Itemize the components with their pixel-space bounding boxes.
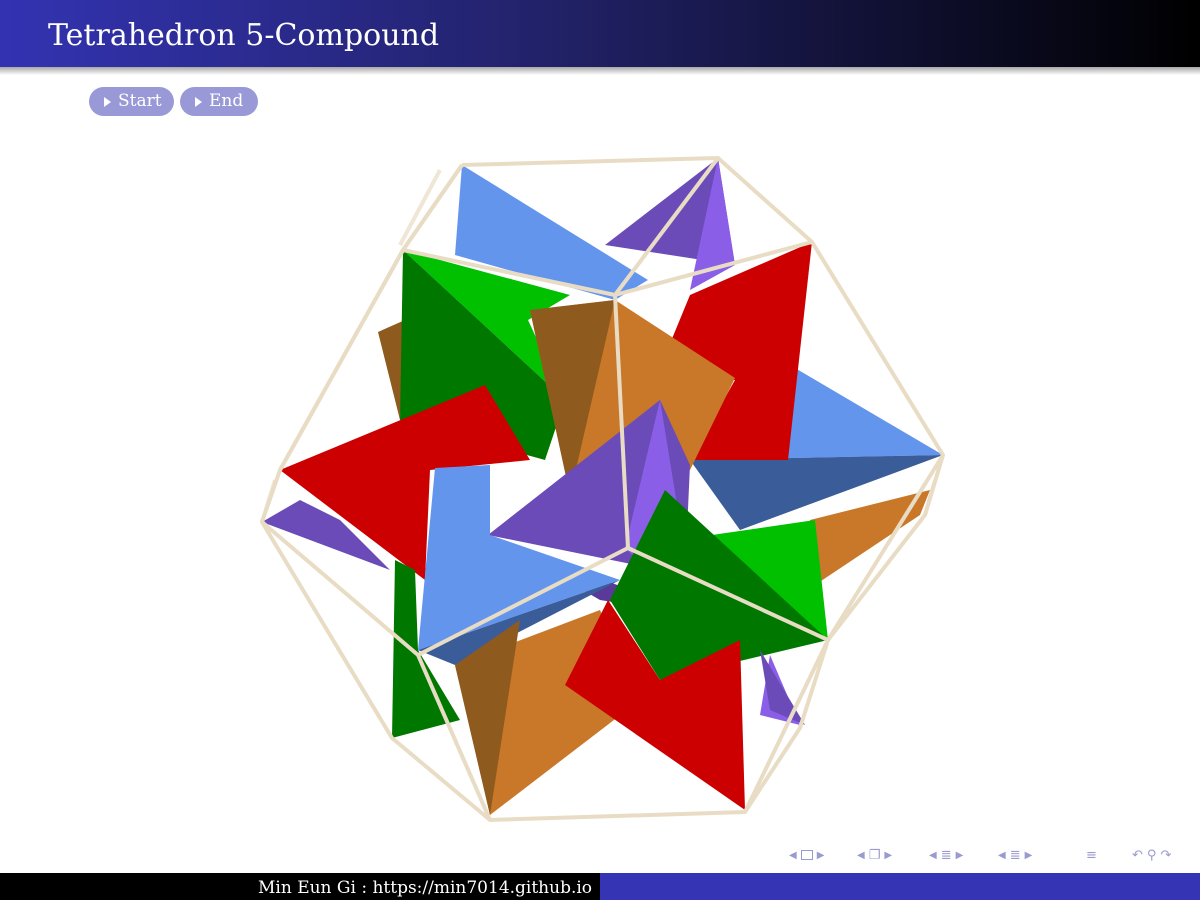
nav-search-group[interactable]: ↶ ⚲ ↷ xyxy=(1130,842,1173,868)
nav-prev-icon[interactable]: ◀ xyxy=(998,850,1006,861)
frame-icon[interactable] xyxy=(800,850,813,860)
search-icon[interactable]: ⚲ xyxy=(1147,848,1157,863)
nav-subsection-group[interactable]: ◀ ≣ ▶ xyxy=(927,842,965,868)
nav-next-icon[interactable]: ▶ xyxy=(884,850,892,861)
redo-icon[interactable]: ↷ xyxy=(1160,848,1171,863)
nav-prev-icon[interactable]: ◀ xyxy=(857,850,865,861)
nav-next-icon[interactable]: ▶ xyxy=(1025,850,1033,861)
section-icon[interactable]: ❐ xyxy=(869,848,881,863)
undo-icon[interactable]: ↶ xyxy=(1132,848,1143,863)
subsection-icon[interactable]: ≣ xyxy=(941,848,952,863)
nav-section-group[interactable]: ◀ ❐ ▶ xyxy=(855,842,894,868)
tetrahedra-faces xyxy=(262,158,943,815)
toc-icon[interactable]: ≡ xyxy=(1086,848,1097,863)
nav-frame-group[interactable]: ◀ ▶ xyxy=(787,842,826,868)
nav-next-icon[interactable]: ▶ xyxy=(817,850,825,861)
footer-right-bar xyxy=(600,873,1200,900)
nav-subsubsection-group[interactable]: ◀ ≣ ▶ xyxy=(996,842,1034,868)
footer-author: Min Eun Gi : https://min7014.github.io xyxy=(258,878,593,898)
nav-next-icon[interactable]: ▶ xyxy=(956,850,964,861)
nav-prev-icon[interactable]: ◀ xyxy=(789,850,797,861)
subsubsection-icon[interactable]: ≣ xyxy=(1010,848,1021,863)
footer-author-bar: Min Eun Gi : https://min7014.github.io xyxy=(0,873,600,900)
nav-toc-group[interactable]: ≡ xyxy=(1084,842,1099,868)
nav-prev-icon[interactable]: ◀ xyxy=(929,850,937,861)
tetrahedron-compound-figure xyxy=(260,156,945,822)
